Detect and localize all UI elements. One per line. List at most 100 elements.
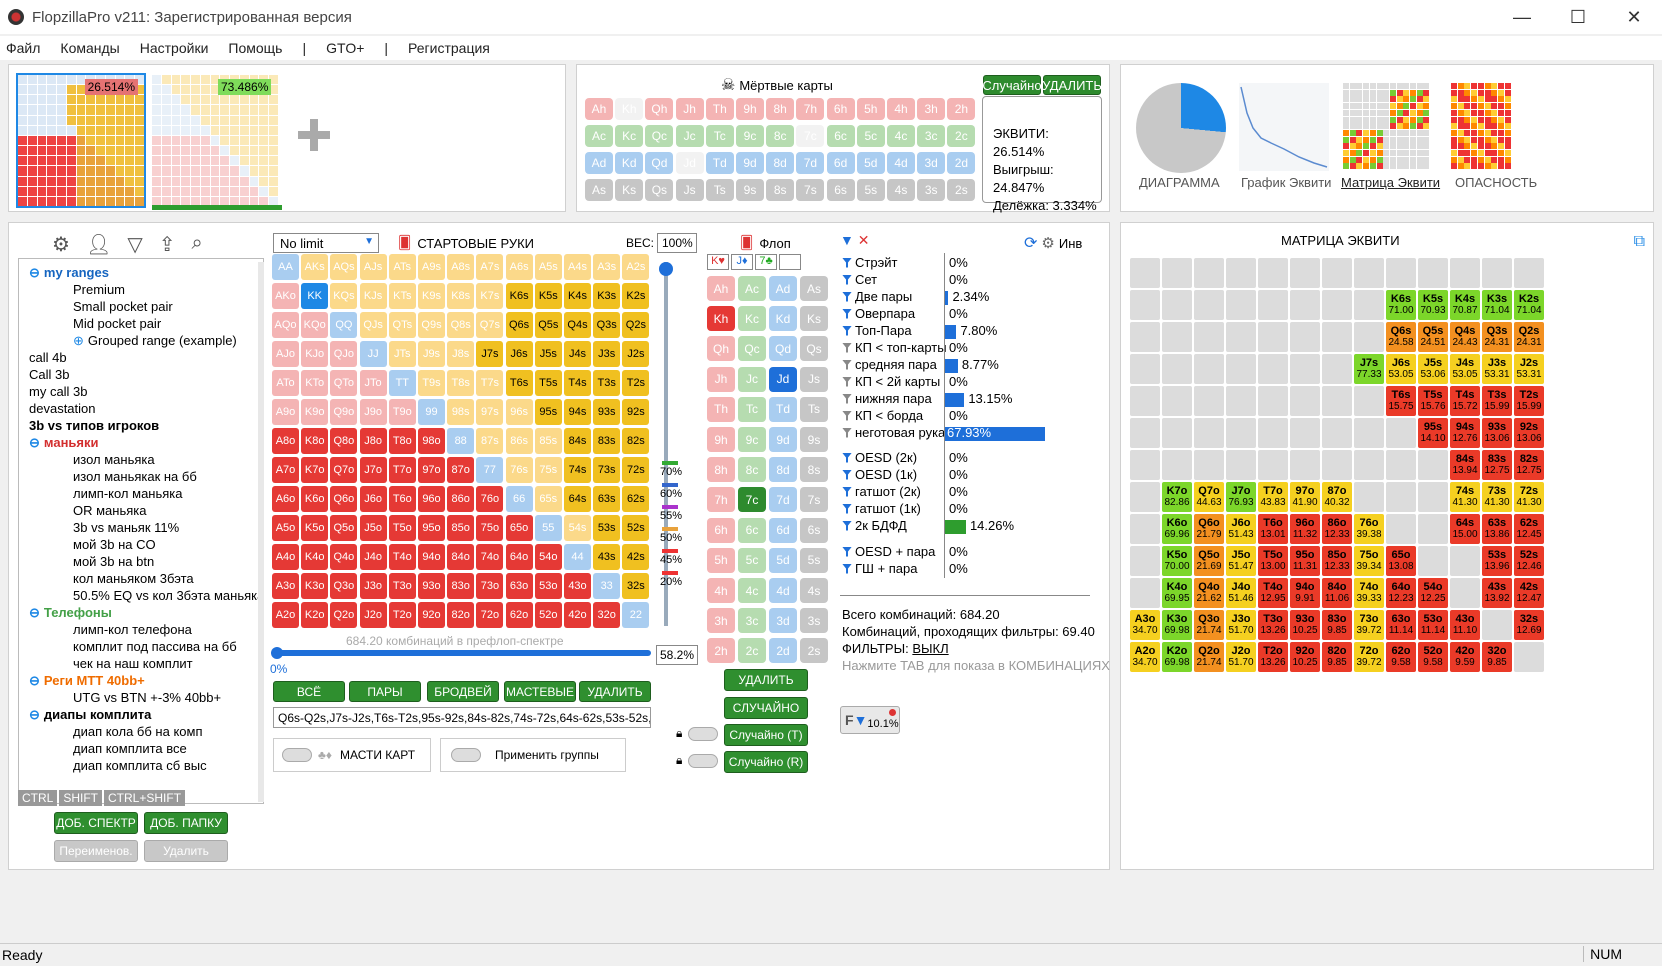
stat-row[interactable]: OESD (1к) xyxy=(842,467,917,482)
stat-row[interactable]: 2к БДФД xyxy=(842,518,907,533)
equity-cell[interactable]: Q5o 21.69 xyxy=(1194,546,1224,576)
hand-cell[interactable]: A7o xyxy=(272,457,299,483)
tree-item[interactable]: мой 3b на CO xyxy=(73,537,156,552)
tree-item[interactable]: ⊖ диапы комплита xyxy=(29,707,151,723)
dead-card[interactable]: 7h xyxy=(796,98,825,120)
hand-cell[interactable]: T9o xyxy=(388,399,416,425)
flop-card[interactable]: 4c xyxy=(738,578,766,603)
dead-card[interactable]: 7d xyxy=(796,152,825,174)
equity-cell[interactable]: J4o 51.46 xyxy=(1226,578,1256,608)
hand-cell[interactable]: AA xyxy=(272,254,299,280)
stat-row[interactable]: OESD + пара xyxy=(842,544,935,559)
filter-icon[interactable]: ▽ xyxy=(127,232,142,257)
danger-view[interactable] xyxy=(1451,83,1511,171)
range-slider-handle[interactable] xyxy=(271,647,283,659)
hand-cell[interactable]: QJo xyxy=(330,341,358,367)
weight-input[interactable]: 100% xyxy=(657,233,697,253)
hand-cell[interactable]: 93o xyxy=(418,573,445,599)
hand-cell[interactable]: 43s xyxy=(593,544,621,570)
expand-icon[interactable]: ⊕ xyxy=(73,333,84,348)
equity-cell[interactable]: 52s 12.46 xyxy=(1514,546,1544,576)
hand-cell[interactable]: 74o xyxy=(476,544,504,570)
hand-cell[interactable]: 62o xyxy=(505,602,533,628)
equity-cell[interactable]: A3o 34.70 xyxy=(1130,610,1160,640)
hand-cell[interactable]: T9s xyxy=(418,370,445,396)
hand-cell[interactable]: 94o xyxy=(418,544,445,570)
tree-item[interactable]: изол маньякак на бб xyxy=(73,469,197,484)
equity-cell[interactable]: 43o 11.10 xyxy=(1450,610,1480,640)
random-t-button[interactable]: Случайно (T) xyxy=(724,724,808,746)
hand-cell[interactable]: T2s xyxy=(622,370,650,396)
hand-cell[interactable]: AQo xyxy=(272,312,299,338)
menu-item[interactable]: Команды xyxy=(60,40,119,56)
menu-item[interactable]: Настройки xyxy=(140,40,209,56)
mod-key[interactable]: CTRL xyxy=(18,790,58,806)
hand-cell[interactable]: KTo xyxy=(301,370,329,396)
equity-cell[interactable]: T3s 15.99 xyxy=(1482,386,1512,416)
popout-icon[interactable]: ⧉ xyxy=(1634,233,1645,251)
dead-card[interactable]: 5h xyxy=(856,98,885,120)
dead-card[interactable]: 8h xyxy=(766,98,795,120)
hand-cell[interactable]: TT xyxy=(388,370,416,396)
pie-chart-view[interactable] xyxy=(1136,83,1226,173)
hand-cell[interactable]: J6o xyxy=(359,486,387,512)
hand-filter-button[interactable]: ВСЁ xyxy=(273,681,345,702)
flop-selected-card[interactable]: K♥ xyxy=(707,254,729,270)
hand-cell[interactable]: 88 xyxy=(447,428,475,454)
dead-card[interactable]: 9c xyxy=(736,125,764,147)
tree-item[interactable]: диап комплита сб выс xyxy=(73,758,207,773)
hand-cell[interactable]: AQs xyxy=(330,254,358,280)
hand-cell[interactable]: Q6s xyxy=(505,312,533,338)
hand-cell[interactable]: A2s xyxy=(622,254,650,280)
hand-cell[interactable]: K5o xyxy=(301,515,329,541)
dead-card[interactable]: 5c xyxy=(856,125,885,147)
hand-cell[interactable]: T5o xyxy=(388,515,416,541)
equity-cell[interactable]: 74o 39.33 xyxy=(1354,578,1384,608)
collapse-icon[interactable]: ⊖ xyxy=(29,707,40,722)
stat-row[interactable]: Стрэйт xyxy=(842,255,897,270)
hand-cell[interactable]: A6s xyxy=(505,254,533,280)
flop-card[interactable]: 7s xyxy=(800,487,828,513)
equity-cell[interactable]: 64s 15.00 xyxy=(1450,514,1480,544)
flop-empty-slot[interactable] xyxy=(779,254,801,270)
hand-cell[interactable]: 52o xyxy=(534,602,562,628)
tree-item[interactable]: devastation xyxy=(29,401,96,416)
equity-cell[interactable]: 96o 11.32 xyxy=(1290,514,1320,544)
hand-cell[interactable]: 73o xyxy=(476,573,504,599)
dead-card[interactable]: 4h xyxy=(887,98,915,120)
hand-cell[interactable]: AJo xyxy=(272,341,299,367)
flop-card[interactable]: Qs xyxy=(800,336,828,362)
hand-cell[interactable]: J9o xyxy=(359,399,387,425)
hand-cell[interactable]: A3s xyxy=(593,254,621,280)
hand-cell[interactable]: JJ xyxy=(359,341,387,367)
equity-cell[interactable]: 84o 11.06 xyxy=(1322,578,1352,608)
equity-cell[interactable]: 64o 12.23 xyxy=(1386,578,1416,608)
filter-badge-button[interactable]: F ▼ 10.1% xyxy=(840,706,900,734)
equity-cell[interactable]: J2o 51.70 xyxy=(1226,642,1256,672)
hand-cell[interactable]: A8o xyxy=(272,428,299,454)
equity-cell[interactable]: K7o 82.86 xyxy=(1162,482,1192,512)
filter-funnel-icon[interactable] xyxy=(842,274,852,285)
equity-cell[interactable]: 53s 13.96 xyxy=(1482,546,1512,576)
hand-cell[interactable]: 82s xyxy=(622,428,650,454)
hand-cell[interactable]: K2s xyxy=(622,283,650,309)
dead-card[interactable]: 3c xyxy=(917,125,946,147)
equity-cell[interactable]: 84s 13.94 xyxy=(1450,450,1480,480)
hand-cell[interactable]: 42s xyxy=(622,544,650,570)
flop-card[interactable]: 6c xyxy=(738,517,766,543)
random-t-toggle[interactable] xyxy=(688,727,718,741)
equity-cell[interactable]: 92s 13.06 xyxy=(1514,418,1544,448)
hand-cell[interactable]: 85s xyxy=(534,428,562,454)
stat-row[interactable]: неготовая рука xyxy=(842,425,945,440)
hand-cell[interactable]: Q5s xyxy=(534,312,562,338)
flop-card[interactable]: Qd xyxy=(769,336,797,362)
tree-item[interactable]: Mid pocket pair xyxy=(73,316,161,331)
hand-cell[interactable]: A5s xyxy=(534,254,562,280)
equity-cell[interactable]: T2s 15.99 xyxy=(1514,386,1544,416)
flop-card[interactable]: 7d xyxy=(769,487,797,513)
hand-cell[interactable]: J2s xyxy=(622,341,650,367)
equity-cell[interactable]: T5o 13.00 xyxy=(1258,546,1288,576)
hand-cell[interactable]: 92s xyxy=(622,399,650,425)
flop-card[interactable]: Ah xyxy=(707,276,735,301)
hand-cell[interactable]: T6s xyxy=(505,370,533,396)
